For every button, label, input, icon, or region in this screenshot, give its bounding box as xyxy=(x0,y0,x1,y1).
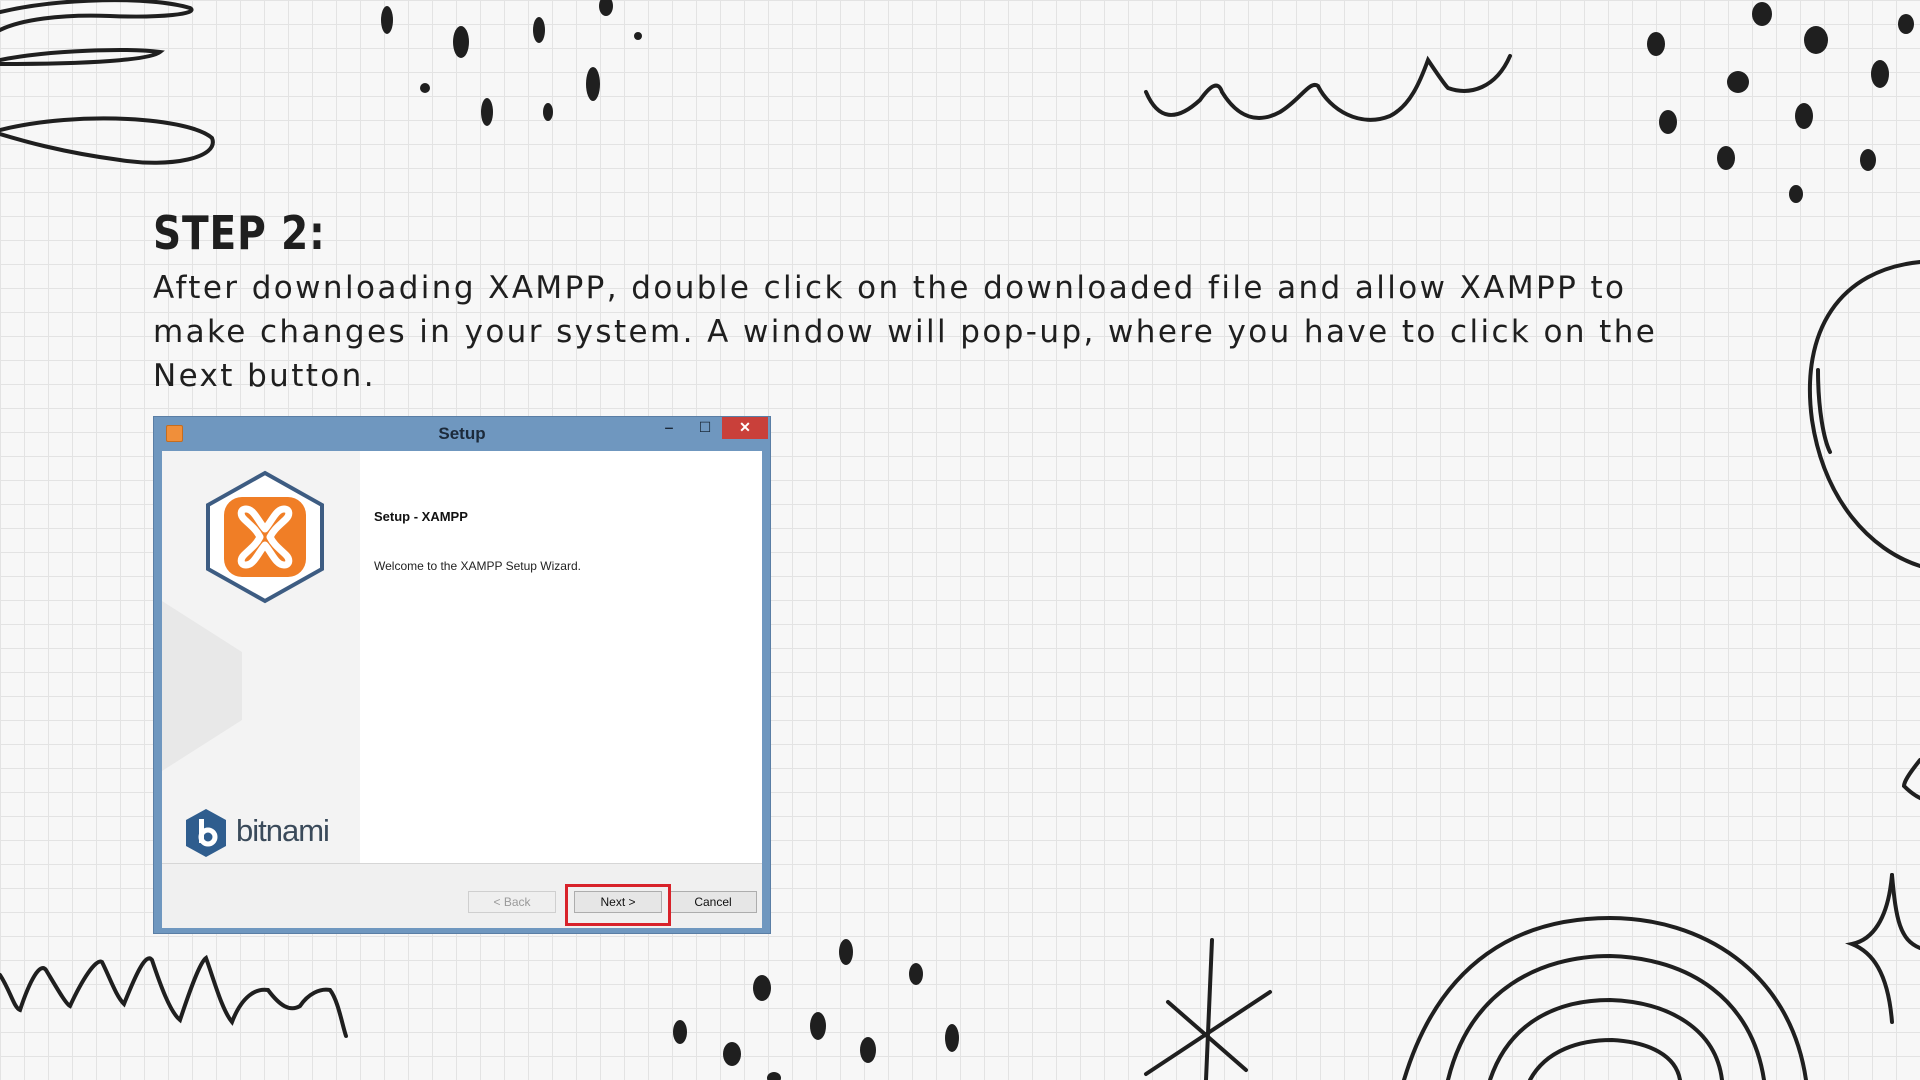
next-button-highlight xyxy=(565,884,671,926)
window-titlebar[interactable]: Setup ‒ ☐ ✕ xyxy=(154,417,770,451)
bitnami-wordmark: bitnami xyxy=(236,813,330,848)
wizard-button-bar: < Back Next > Cancel xyxy=(162,863,762,928)
step-title: STEP 2: xyxy=(153,206,326,260)
cancel-button[interactable]: Cancel xyxy=(669,891,757,913)
wizard-side-panel: bitnami xyxy=(162,451,360,863)
minimize-button[interactable]: ‒ xyxy=(652,417,686,439)
wizard-welcome-text: Welcome to the XAMPP Setup Wizard. xyxy=(374,559,581,573)
maximize-button[interactable]: ☐ xyxy=(688,417,722,439)
bitnami-logo-icon xyxy=(186,809,226,857)
window-client-area: bitnami Setup - XAMPP Welcome to the XAM… xyxy=(162,451,762,928)
setup-window: Setup ‒ ☐ ✕ bitnami Setup - XAMPP Welcom… xyxy=(153,416,771,934)
xampp-logo-icon xyxy=(206,470,324,604)
back-button[interactable]: < Back xyxy=(468,891,556,913)
close-button[interactable]: ✕ xyxy=(722,417,768,439)
step-instructions: After downloading XAMPP, double click on… xyxy=(153,270,1658,394)
wizard-header: Setup - XAMPP xyxy=(374,509,468,524)
side-panel-shape xyxy=(162,601,242,771)
